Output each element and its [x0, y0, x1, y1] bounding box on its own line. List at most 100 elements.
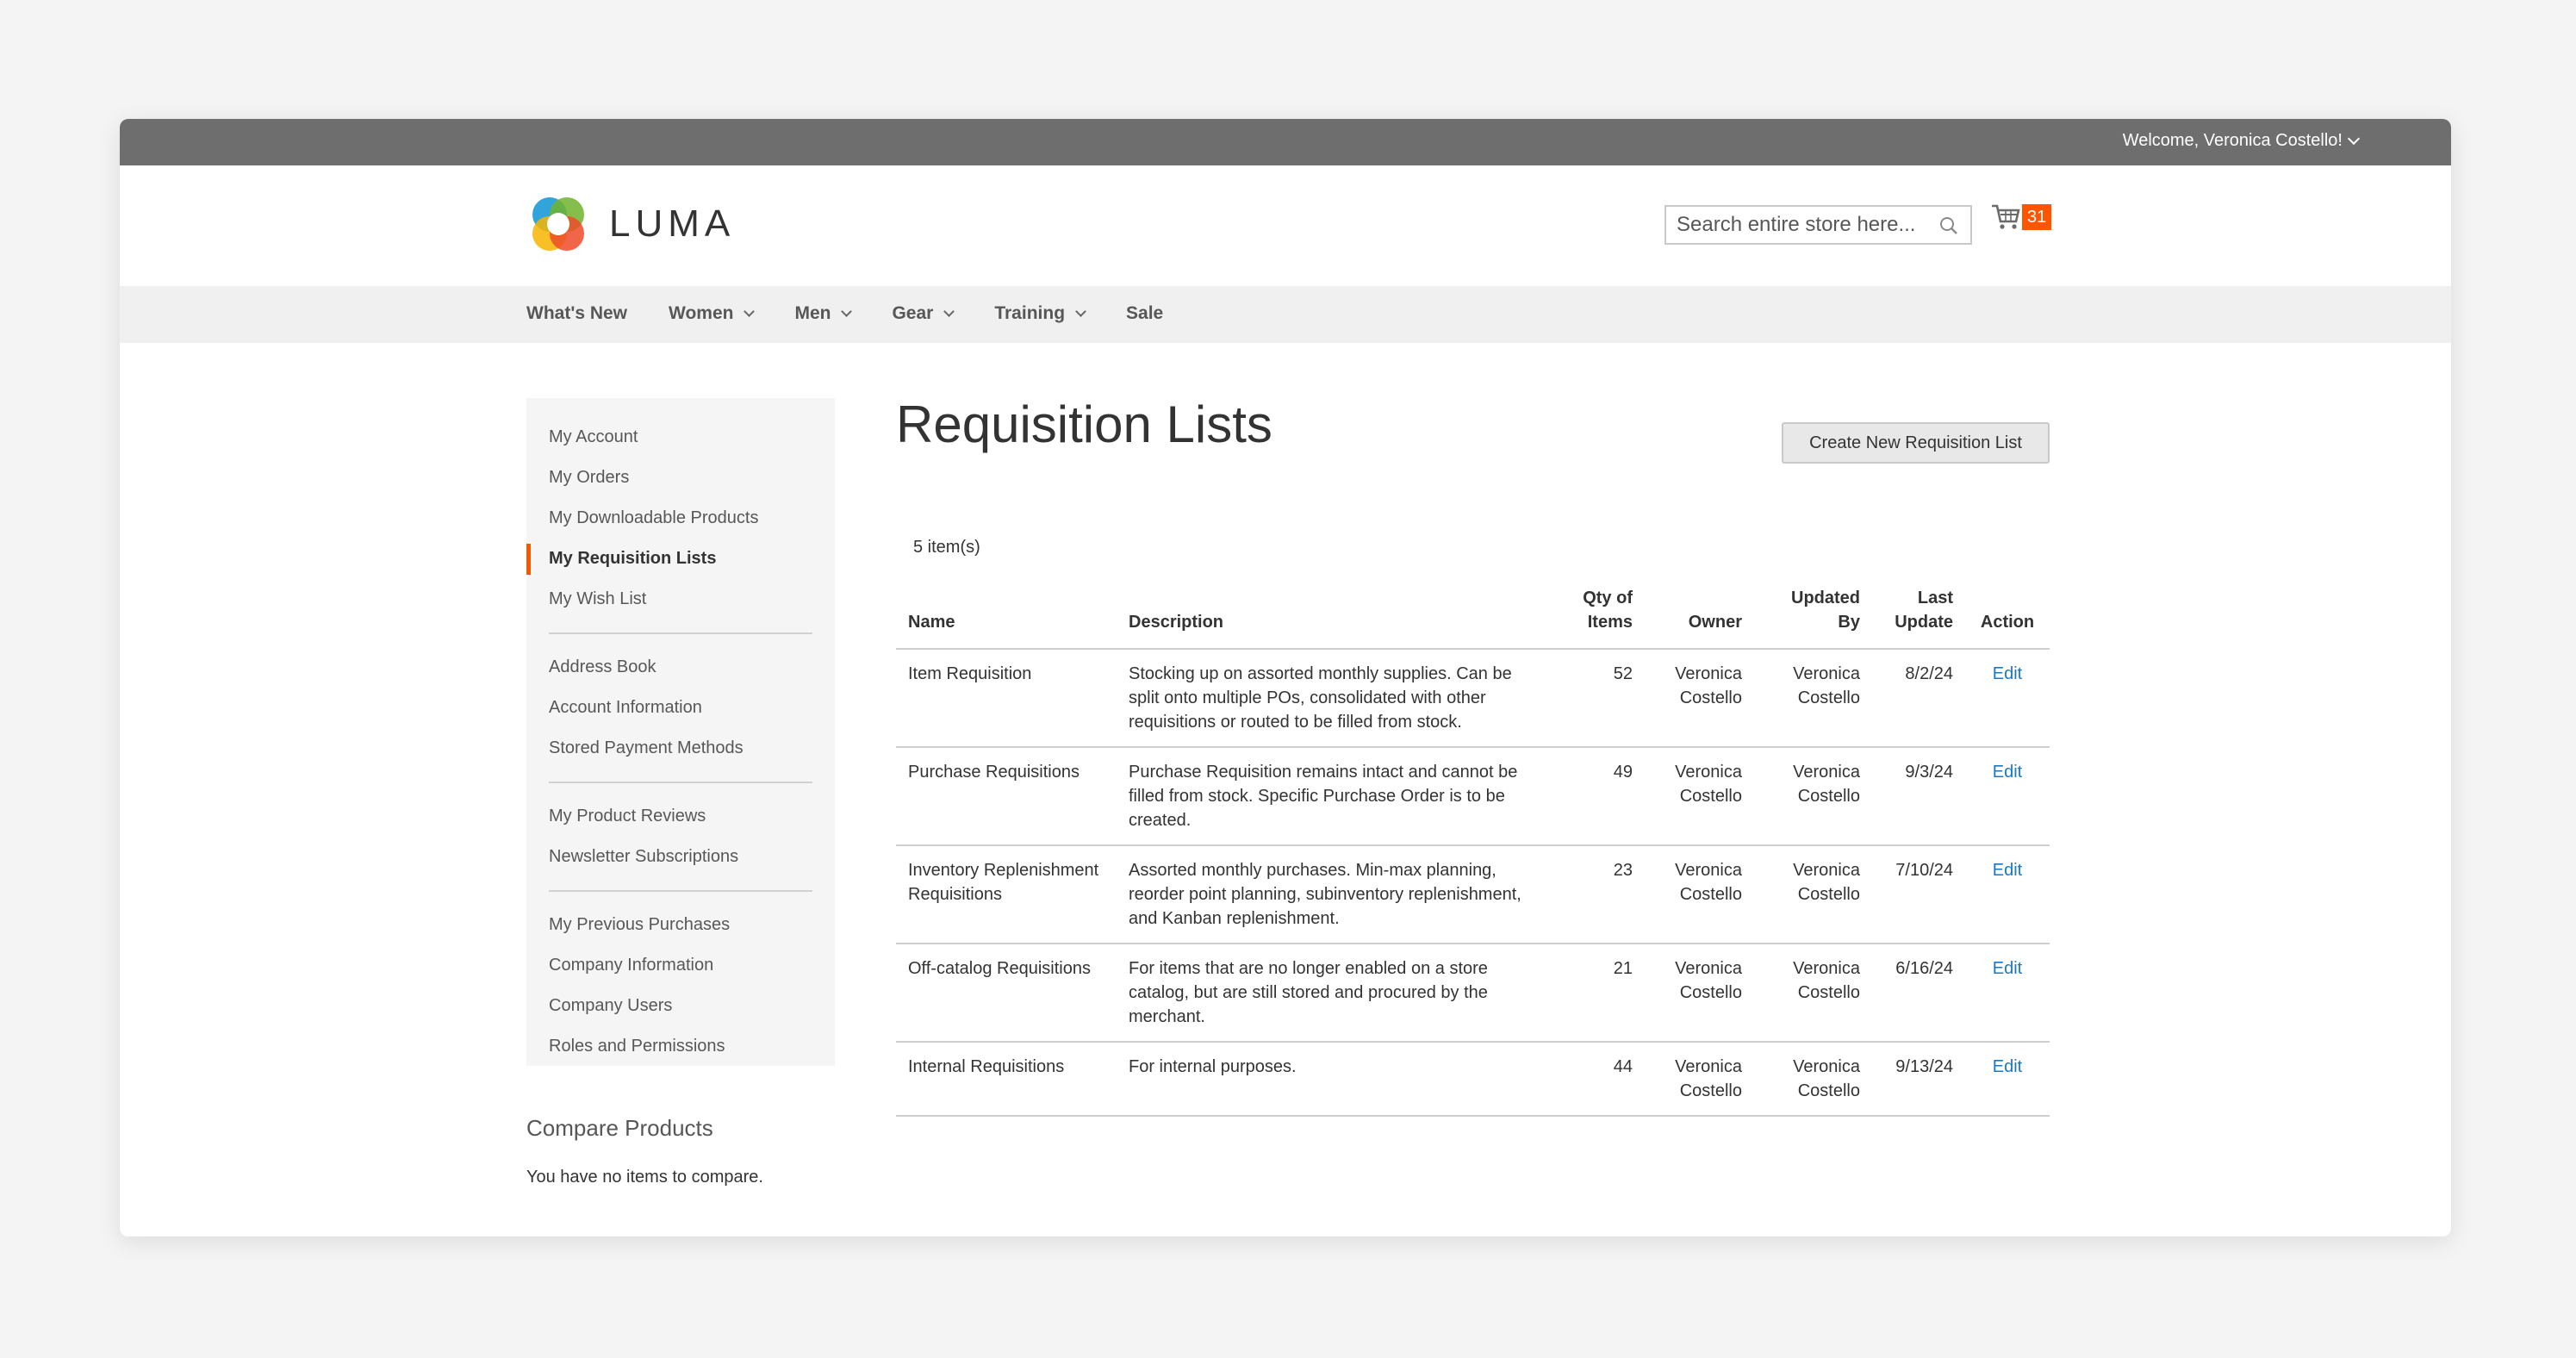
cart-icon: [1992, 204, 2020, 229]
row-owner: Veronica Costello: [1645, 649, 1754, 748]
sidebar-divider: [549, 782, 812, 783]
edit-link[interactable]: Edit: [1993, 763, 2022, 782]
nav-item-label: What's New: [526, 303, 628, 323]
row-updated-by: Veronica Costello: [1754, 944, 1872, 1043]
edit-link[interactable]: Edit: [1993, 1057, 2022, 1076]
nav-item-men[interactable]: Men: [794, 303, 853, 324]
row-name: Item Requisition: [896, 649, 1117, 748]
row-last-update: 9/13/24: [1872, 1042, 1965, 1117]
chevron-down-icon: [841, 305, 853, 317]
compare-products-empty-text: You have no items to compare.: [526, 1168, 763, 1187]
row-owner: Veronica Costello: [1645, 747, 1754, 846]
table-header-row: Name Description Qty of Items Owner Upda…: [896, 576, 2050, 650]
sidebar-item-address-book[interactable]: Address Book: [526, 647, 835, 688]
row-action-cell: Edit: [1965, 649, 2050, 748]
row-updated-by: Veronica Costello: [1754, 747, 1872, 846]
nav-item-label: Training: [994, 303, 1066, 323]
create-requisition-list-button[interactable]: Create New Requisition List: [1782, 422, 2050, 464]
row-last-update: 6/16/24: [1872, 944, 1965, 1043]
table-row: Item Requisition Stocking up on assorted…: [896, 649, 2050, 748]
chevron-down-icon: [744, 305, 756, 317]
search-icon[interactable]: [1939, 216, 1958, 235]
main-navigation: What's New Women Men Gear Training Sale: [120, 286, 2451, 343]
sidebar-item-wish-list[interactable]: My Wish List: [526, 579, 835, 620]
nav-item-training[interactable]: Training: [994, 303, 1086, 324]
sidebar-item-my-orders[interactable]: My Orders: [526, 458, 835, 498]
row-name: Purchase Requisitions: [896, 747, 1117, 846]
luma-logo[interactable]: LUMA: [526, 192, 735, 256]
sidebar-item-previous-purchases[interactable]: My Previous Purchases: [526, 905, 835, 945]
item-count: 5 item(s): [913, 538, 980, 557]
column-header-updated-by: Updated By: [1754, 576, 1872, 650]
row-owner: Veronica Costello: [1645, 1042, 1754, 1117]
table-row: Inventory Replenishment Requisitions Ass…: [896, 845, 2050, 944]
row-name: Inventory Replenishment Requisitions: [896, 845, 1117, 944]
row-description: Stocking up on assorted monthly supplies…: [1117, 649, 1554, 748]
browser-page: Welcome, Veronica Costello! LUMA Search …: [120, 119, 2451, 1237]
row-owner: Veronica Costello: [1645, 944, 1754, 1043]
sidebar-item-company-information[interactable]: Company Information: [526, 945, 835, 986]
row-qty: 52: [1554, 649, 1645, 748]
sidebar-item-stored-payment-methods[interactable]: Stored Payment Methods: [526, 728, 835, 769]
logo-text: LUMA: [609, 202, 736, 245]
column-header-description: Description: [1117, 576, 1554, 650]
account-sidebar: My Account My Orders My Downloadable Pro…: [526, 398, 835, 1066]
table-row: Internal Requisitions For internal purpo…: [896, 1042, 2050, 1117]
search-input[interactable]: [1677, 213, 1926, 237]
row-name: Off-catalog Requisitions: [896, 944, 1117, 1043]
compare-products-title: Compare Products: [526, 1115, 713, 1141]
top-bar: Welcome, Veronica Costello!: [120, 119, 2451, 165]
nav-item-label: Sale: [1126, 303, 1164, 323]
sidebar-item-newsletter-subscriptions[interactable]: Newsletter Subscriptions: [526, 837, 835, 877]
minicart[interactable]: 31: [1991, 203, 2052, 231]
row-action-cell: Edit: [1965, 845, 2050, 944]
column-header-owner: Owner: [1645, 576, 1754, 650]
page-title: Requisition Lists: [896, 396, 1272, 453]
nav-item-women[interactable]: Women: [669, 303, 756, 324]
sidebar-item-product-reviews[interactable]: My Product Reviews: [526, 796, 835, 837]
nav-item-whats-new[interactable]: What's New: [526, 303, 627, 324]
sidebar-item-roles-and-permissions[interactable]: Roles and Permissions: [526, 1026, 835, 1067]
sidebar-item-company-users[interactable]: Company Users: [526, 986, 835, 1026]
table-row: Off-catalog Requisitions For items that …: [896, 944, 2050, 1043]
row-description: For internal purposes.: [1117, 1042, 1554, 1117]
sidebar-item-requisition-lists[interactable]: My Requisition Lists: [526, 539, 835, 579]
row-qty: 44: [1554, 1042, 1645, 1117]
edit-link[interactable]: Edit: [1993, 959, 2022, 978]
row-description: Purchase Requisition remains intact and …: [1117, 747, 1554, 846]
column-header-name: Name: [896, 576, 1117, 650]
row-updated-by: Veronica Costello: [1754, 845, 1872, 944]
row-action-cell: Edit: [1965, 747, 2050, 846]
row-name: Internal Requisitions: [896, 1042, 1117, 1117]
row-action-cell: Edit: [1965, 944, 2050, 1043]
row-qty: 23: [1554, 845, 1645, 944]
nav-item-label: Gear: [892, 303, 934, 323]
column-header-action: Action: [1965, 576, 2050, 650]
row-qty: 21: [1554, 944, 1645, 1043]
luma-logo-icon: [532, 197, 584, 251]
sidebar-divider: [549, 890, 812, 892]
row-qty: 49: [1554, 747, 1645, 846]
cart-count-badge: 31: [2022, 204, 2052, 230]
edit-link[interactable]: Edit: [1993, 861, 2022, 880]
row-updated-by: Veronica Costello: [1754, 1042, 1872, 1117]
nav-item-label: Men: [794, 303, 831, 323]
nav-item-label: Women: [669, 303, 734, 323]
sidebar-item-my-account[interactable]: My Account: [526, 417, 835, 458]
nav-item-gear[interactable]: Gear: [892, 303, 955, 324]
chevron-down-icon: [1075, 305, 1086, 317]
row-action-cell: Edit: [1965, 1042, 2050, 1117]
column-header-qty: Qty of Items: [1554, 576, 1645, 650]
edit-link[interactable]: Edit: [1993, 664, 2022, 683]
row-last-update: 8/2/24: [1872, 649, 1965, 748]
sidebar-divider: [549, 632, 812, 634]
table-row: Purchase Requisitions Purchase Requisiti…: [896, 747, 2050, 846]
search-box: [1664, 205, 1972, 245]
welcome-dropdown[interactable]: Welcome, Veronica Costello!: [2123, 131, 2361, 151]
sidebar-item-account-information[interactable]: Account Information: [526, 688, 835, 728]
sidebar-item-downloadable-products[interactable]: My Downloadable Products: [526, 498, 835, 539]
row-owner: Veronica Costello: [1645, 845, 1754, 944]
nav-item-sale[interactable]: Sale: [1126, 303, 1163, 324]
row-last-update: 7/10/24: [1872, 845, 1965, 944]
header: LUMA 31: [120, 165, 2451, 286]
